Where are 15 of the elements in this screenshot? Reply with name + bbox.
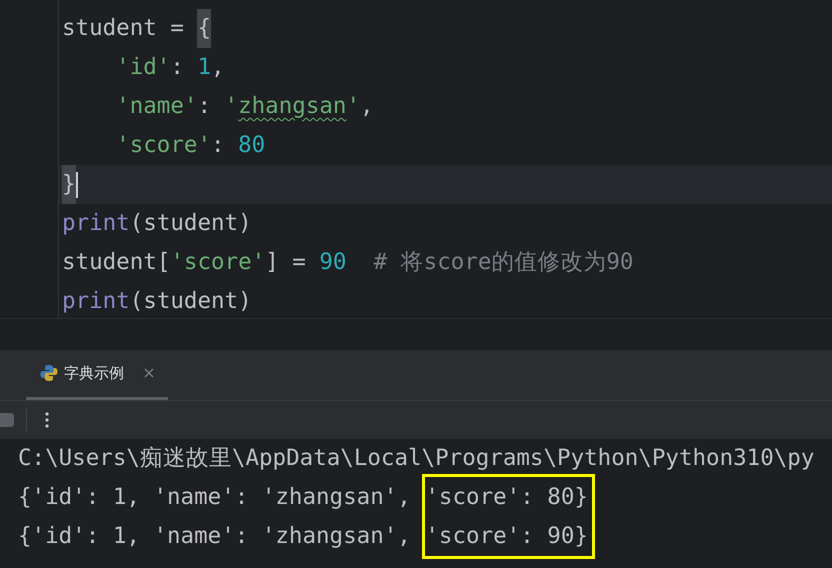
console-line: {'id': 1, 'name': 'zhangsan', [18,483,412,512]
code-line: 'score': 80 [115,131,266,160]
code-line: student = { [59,9,832,48]
console-text: 'score': 80} [425,483,588,512]
code-line: print(student) [61,287,253,316]
console-command: C:\Users\痴迷故里\AppData\Local\Programs\Python\Python310\py [18,444,816,473]
python-logo-icon [40,364,58,382]
console-text: 'score': 90} [425,522,588,551]
more-icon[interactable] [45,412,49,428]
code-line: 'id': 1, [115,53,226,82]
code-line: print(student) [61,209,253,238]
code-line: student['score'] = 90 # 将score的值修改为90 [61,248,634,277]
code-line: 'name': 'zhangsan', [115,92,375,121]
close-icon[interactable] [144,368,154,378]
console-line: {'id': 1, 'name': 'zhangsan', [18,522,412,551]
